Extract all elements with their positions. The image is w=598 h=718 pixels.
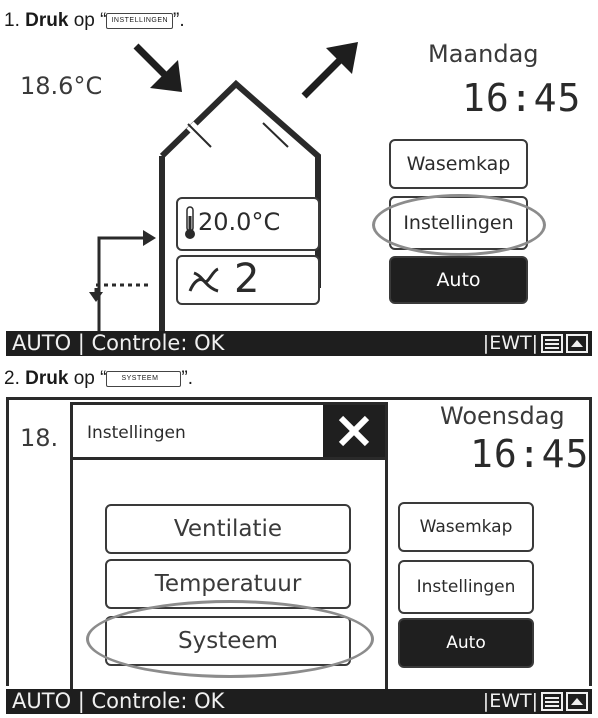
eject-icon[interactable] [566,692,588,711]
outside-temperature-partial: 18. [20,424,59,452]
day-label: Maandag [428,40,539,68]
step-number: 2. [4,368,20,389]
status-icons: |EWT| [483,689,588,714]
step-verb: Druk [25,368,69,389]
step-2-instruction: 2. Druk op “SYSTEEM”. [4,368,193,390]
screen-2: 18. Woensdag 16:45 Wasemkap Instellingen… [0,392,598,718]
wasemkap-button[interactable]: Wasemkap [389,139,528,189]
status-text: AUTO | Controle: OK [12,331,225,355]
thermometer-icon [185,206,195,239]
auto-button[interactable]: Auto [389,256,528,304]
time-display: 16:45 [470,432,590,476]
fan-icon [188,267,219,293]
wasemkap-button[interactable]: Wasemkap [398,502,534,552]
step-verb: Druk [25,10,69,31]
bypass-icon[interactable] [541,334,563,353]
quote-close: ”. [173,10,185,31]
status-bar: AUTO | Controle: OK |EWT| [6,331,592,356]
fan-level-box[interactable]: 2 [176,255,320,305]
dialog-title-divider [73,457,385,460]
ewt-label[interactable]: |EWT| [483,331,538,356]
bypass-icon[interactable] [541,692,563,711]
day-label: Woensdag [440,402,565,430]
menu-item-ventilatie[interactable]: Ventilatie [105,504,351,554]
arrow-out-icon [301,42,358,99]
indoor-temperature: 20.0°C [198,208,281,236]
systeem-highlight [86,600,374,678]
close-icon [338,415,370,447]
step-number: 1. [4,10,20,31]
time-display: 16:45 [462,76,582,120]
close-button[interactable] [323,405,385,457]
fan-level: 2 [234,256,260,302]
instellingen-button[interactable]: Instellingen [398,560,534,614]
instellingen-highlight [372,194,546,256]
step-text: op [73,368,95,389]
ewt-label[interactable]: |EWT| [483,689,538,714]
quote-close: ”. [181,368,194,389]
auto-button[interactable]: Auto [398,618,534,668]
screen-1: 18.6°C Maandag 16:45 20.0°C 2 Wasemkap I… [0,30,598,358]
eject-icon[interactable] [566,334,588,353]
step-text: op [73,10,95,31]
instellingen-key-label: INSTELLINGEN [106,12,174,29]
indoor-temperature-box[interactable]: 20.0°C [176,197,320,251]
systeem-key-label: SYSTEEM [106,370,182,387]
outside-temperature: 18.6°C [20,72,103,100]
dialog-title: Instellingen [87,423,186,443]
status-bar: AUTO | Controle: OK |EWT| [6,689,592,714]
status-text: AUTO | Controle: OK [12,689,225,713]
arrow-in-icon [133,43,182,92]
status-icons: |EWT| [483,331,588,356]
step-1-instruction: 1. Druk op “INSTELLINGEN”. [4,10,185,32]
